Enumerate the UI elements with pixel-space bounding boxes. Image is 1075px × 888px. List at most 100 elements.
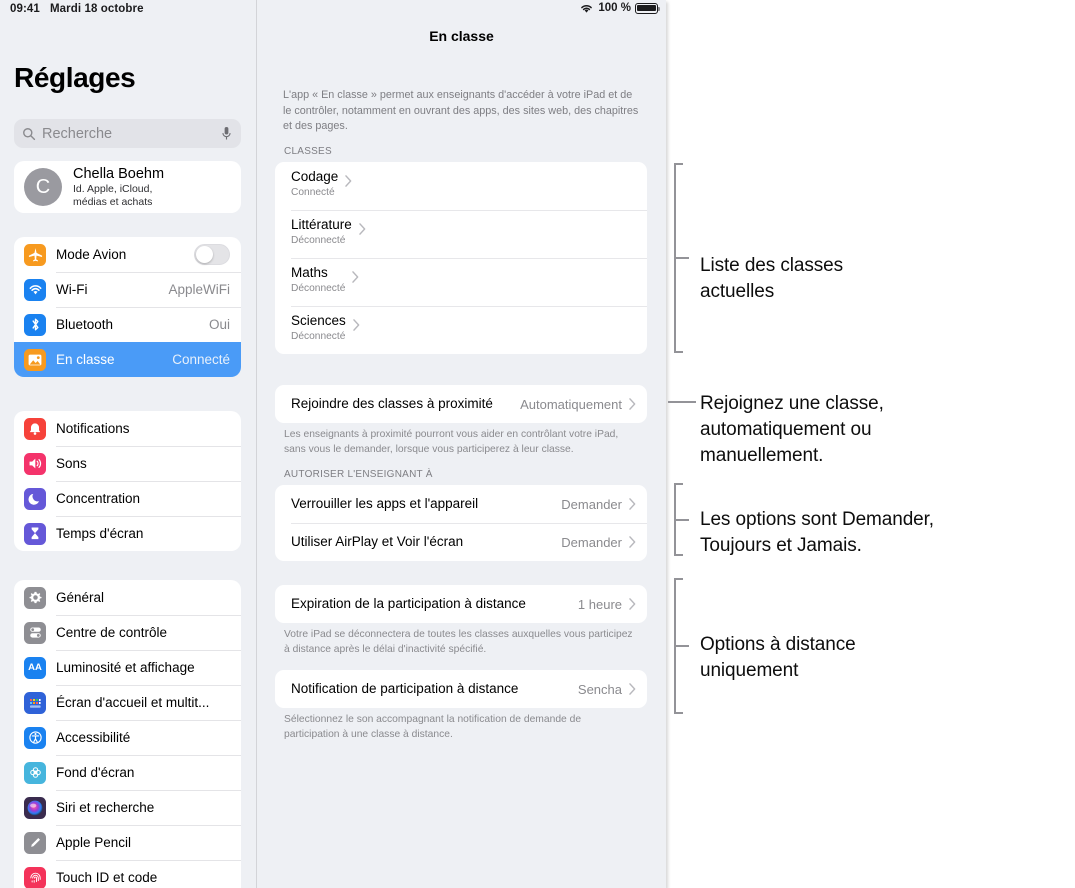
- table-row[interactable]: Codage Connecté: [275, 162, 647, 210]
- sidebar-item-airplane-mode[interactable]: Mode Avion: [14, 237, 241, 272]
- permission-value: Demander: [561, 496, 622, 512]
- gear-icon: [24, 586, 46, 609]
- callout-line: Liste des classes: [700, 255, 843, 276]
- sidebar-item-general[interactable]: Général: [14, 580, 241, 615]
- fingerprint-icon: [24, 866, 46, 888]
- intro-description: L'app « En classe » permet aux enseignan…: [283, 89, 639, 132]
- moon-icon: [24, 487, 46, 510]
- callout-line: Les options sont Demander,: [700, 509, 934, 530]
- class-info: Maths Déconnecté: [291, 265, 345, 295]
- class-info: Littérature Déconnecté: [291, 217, 352, 247]
- sidebar-item-wifi[interactable]: Wi-Fi AppleWiFi: [14, 272, 241, 307]
- permission-label: Utiliser AirPlay et Voir l'écran: [291, 534, 464, 549]
- sidebar-item-home-screen[interactable]: Écran d'accueil et multit...: [14, 685, 241, 720]
- sidebar-item-apple-pencil[interactable]: Apple Pencil: [14, 825, 241, 860]
- sidebar-label-touch-id: Touch ID et code: [56, 870, 158, 885]
- ipad-frame: 09:41 Mardi 18 octobre 100 % Réglages Re…: [0, 0, 666, 888]
- class-name: Maths: [291, 265, 328, 280]
- permission-label: Verrouiller les apps et l'appareil: [291, 496, 479, 511]
- teacher-permission-row[interactable]: Verrouiller les apps et l'appareil Deman…: [275, 485, 647, 523]
- callout-join-class: Rejoignez une classe, automatiquement ou…: [700, 391, 1010, 469]
- settings-sidebar: Réglages Recherche C Chella Boehm Id. Ap…: [0, 20, 256, 888]
- teacher-permissions-card: Verrouiller les apps et l'appareil Deman…: [275, 485, 647, 561]
- status-date: Mardi 18 octobre: [50, 3, 144, 15]
- class-info: Sciences Déconnecté: [291, 313, 346, 343]
- chevron-right-icon: [629, 536, 636, 548]
- wifi-icon: [24, 278, 46, 301]
- sidebar-item-wallpaper[interactable]: Fond d'écran: [14, 755, 241, 790]
- expiration-card: Expiration de la participation à distanc…: [275, 585, 647, 623]
- class-name: Sciences: [291, 313, 346, 328]
- sidebar-item-notifications[interactable]: Notifications: [14, 411, 241, 446]
- aa-text-icon: AA: [24, 656, 46, 679]
- sidebar-label-wifi: Wi-Fi: [56, 282, 88, 297]
- expiration-note: Votre iPad se déconnectera de toutes les…: [284, 629, 633, 655]
- sidebar-item-focus[interactable]: Concentration: [14, 481, 241, 516]
- sidebar-label-notifications: Notifications: [56, 421, 130, 436]
- sidebar-item-classroom[interactable]: En classe Connecté: [14, 342, 241, 377]
- screenshot-root: 09:41 Mardi 18 octobre 100 % Réglages Re…: [0, 0, 1075, 888]
- callout-leader-proximity: [668, 401, 696, 403]
- teacher-permission-row[interactable]: Utiliser AirPlay et Voir l'écran Demande…: [275, 523, 647, 561]
- page-title: Réglages: [14, 62, 136, 93]
- avatar: C: [24, 168, 62, 206]
- sidebar-label-siri: Siri et recherche: [56, 800, 155, 815]
- account-subtitle-line1: Id. Apple, iCloud,: [73, 183, 153, 195]
- account-card[interactable]: C Chella Boehm Id. Apple, iCloud, médias…: [14, 161, 241, 213]
- search-input[interactable]: Recherche: [14, 119, 241, 148]
- chevron-right-icon: [359, 223, 366, 235]
- chevron-right-icon: [629, 398, 636, 410]
- microphone-icon[interactable]: [220, 126, 233, 141]
- table-row[interactable]: Maths Déconnecté: [275, 258, 647, 306]
- proximity-card: Rejoindre des classes à proximité Automa…: [275, 385, 647, 423]
- callout-line: manuellement.: [700, 445, 824, 466]
- expiration-value: 1 heure: [577, 596, 622, 612]
- sidebar-item-accessibility[interactable]: Accessibilité: [14, 720, 241, 755]
- sidebar-label-accessibility: Accessibilité: [56, 730, 131, 745]
- callout-line: automatiquement ou: [700, 419, 872, 440]
- battery-percent: 100 %: [598, 2, 631, 14]
- sidebar-label-display: Luminosité et affichage: [56, 660, 195, 675]
- chevron-right-icon: [345, 175, 352, 187]
- sidebar-item-sounds[interactable]: Sons: [14, 446, 241, 481]
- proximity-row[interactable]: Rejoindre des classes à proximité Automa…: [275, 385, 647, 423]
- sidebar-item-display[interactable]: AA Luminosité et affichage: [14, 650, 241, 685]
- callout-line: uniquement: [700, 660, 799, 681]
- notification-row[interactable]: Notification de participation à distance…: [275, 670, 647, 708]
- account-name: Chella Boehm: [73, 166, 165, 182]
- sidebar-label-home-screen: Écran d'accueil et multit...: [56, 695, 210, 710]
- sidebar-label-sounds: Sons: [56, 456, 87, 471]
- sidebar-item-control-center[interactable]: Centre de contrôle: [14, 615, 241, 650]
- speaker-icon: [24, 452, 46, 475]
- sidebar-item-touch-id[interactable]: Touch ID et code: [14, 860, 241, 888]
- table-row[interactable]: Sciences Déconnecté: [275, 306, 647, 354]
- notification-note: Sélectionnez le son accompagnant la noti…: [284, 714, 582, 740]
- sidebar-item-bluetooth[interactable]: Bluetooth Oui: [14, 307, 241, 342]
- sidebar-group-general: Général Centre de contrôle AA Luminosité…: [14, 580, 241, 888]
- airplane-icon: [24, 243, 46, 266]
- notification-card: Notification de participation à distance…: [275, 670, 647, 708]
- sidebar-label-wallpaper: Fond d'écran: [56, 765, 135, 780]
- table-row[interactable]: Littérature Déconnecté: [275, 210, 647, 258]
- airplane-mode-toggle[interactable]: [194, 244, 230, 265]
- class-status: Déconnecté: [291, 235, 346, 246]
- wallpaper-flower-icon: [24, 761, 46, 784]
- main-title: En classe: [429, 28, 494, 44]
- status-indicators: 100 %: [579, 2, 661, 14]
- sidebar-item-siri[interactable]: Siri et recherche: [14, 790, 241, 825]
- search-placeholder: Recherche: [42, 125, 113, 142]
- proximity-value: Automatiquement: [520, 396, 622, 412]
- class-status: Déconnecté: [291, 283, 346, 294]
- expiration-row[interactable]: Expiration de la participation à distanc…: [275, 585, 647, 623]
- sidebar-item-screen-time[interactable]: Temps d'écran: [14, 516, 241, 551]
- callout-line: Options à distance: [700, 634, 856, 655]
- siri-orb-icon: [24, 796, 46, 819]
- pencil-icon: [24, 831, 46, 854]
- sidebar-label-control-center: Centre de contrôle: [56, 625, 168, 640]
- proximity-label: Rejoindre des classes à proximité: [291, 396, 493, 411]
- classes-card: Codage Connecté Littérature Déconnecté M…: [275, 162, 647, 354]
- chevron-right-icon: [629, 498, 636, 510]
- chevron-right-icon: [629, 598, 636, 610]
- sidebar-label-bluetooth: Bluetooth: [56, 317, 114, 332]
- classroom-settings-panel: En classe L'app « En classe » permet aux…: [257, 20, 666, 888]
